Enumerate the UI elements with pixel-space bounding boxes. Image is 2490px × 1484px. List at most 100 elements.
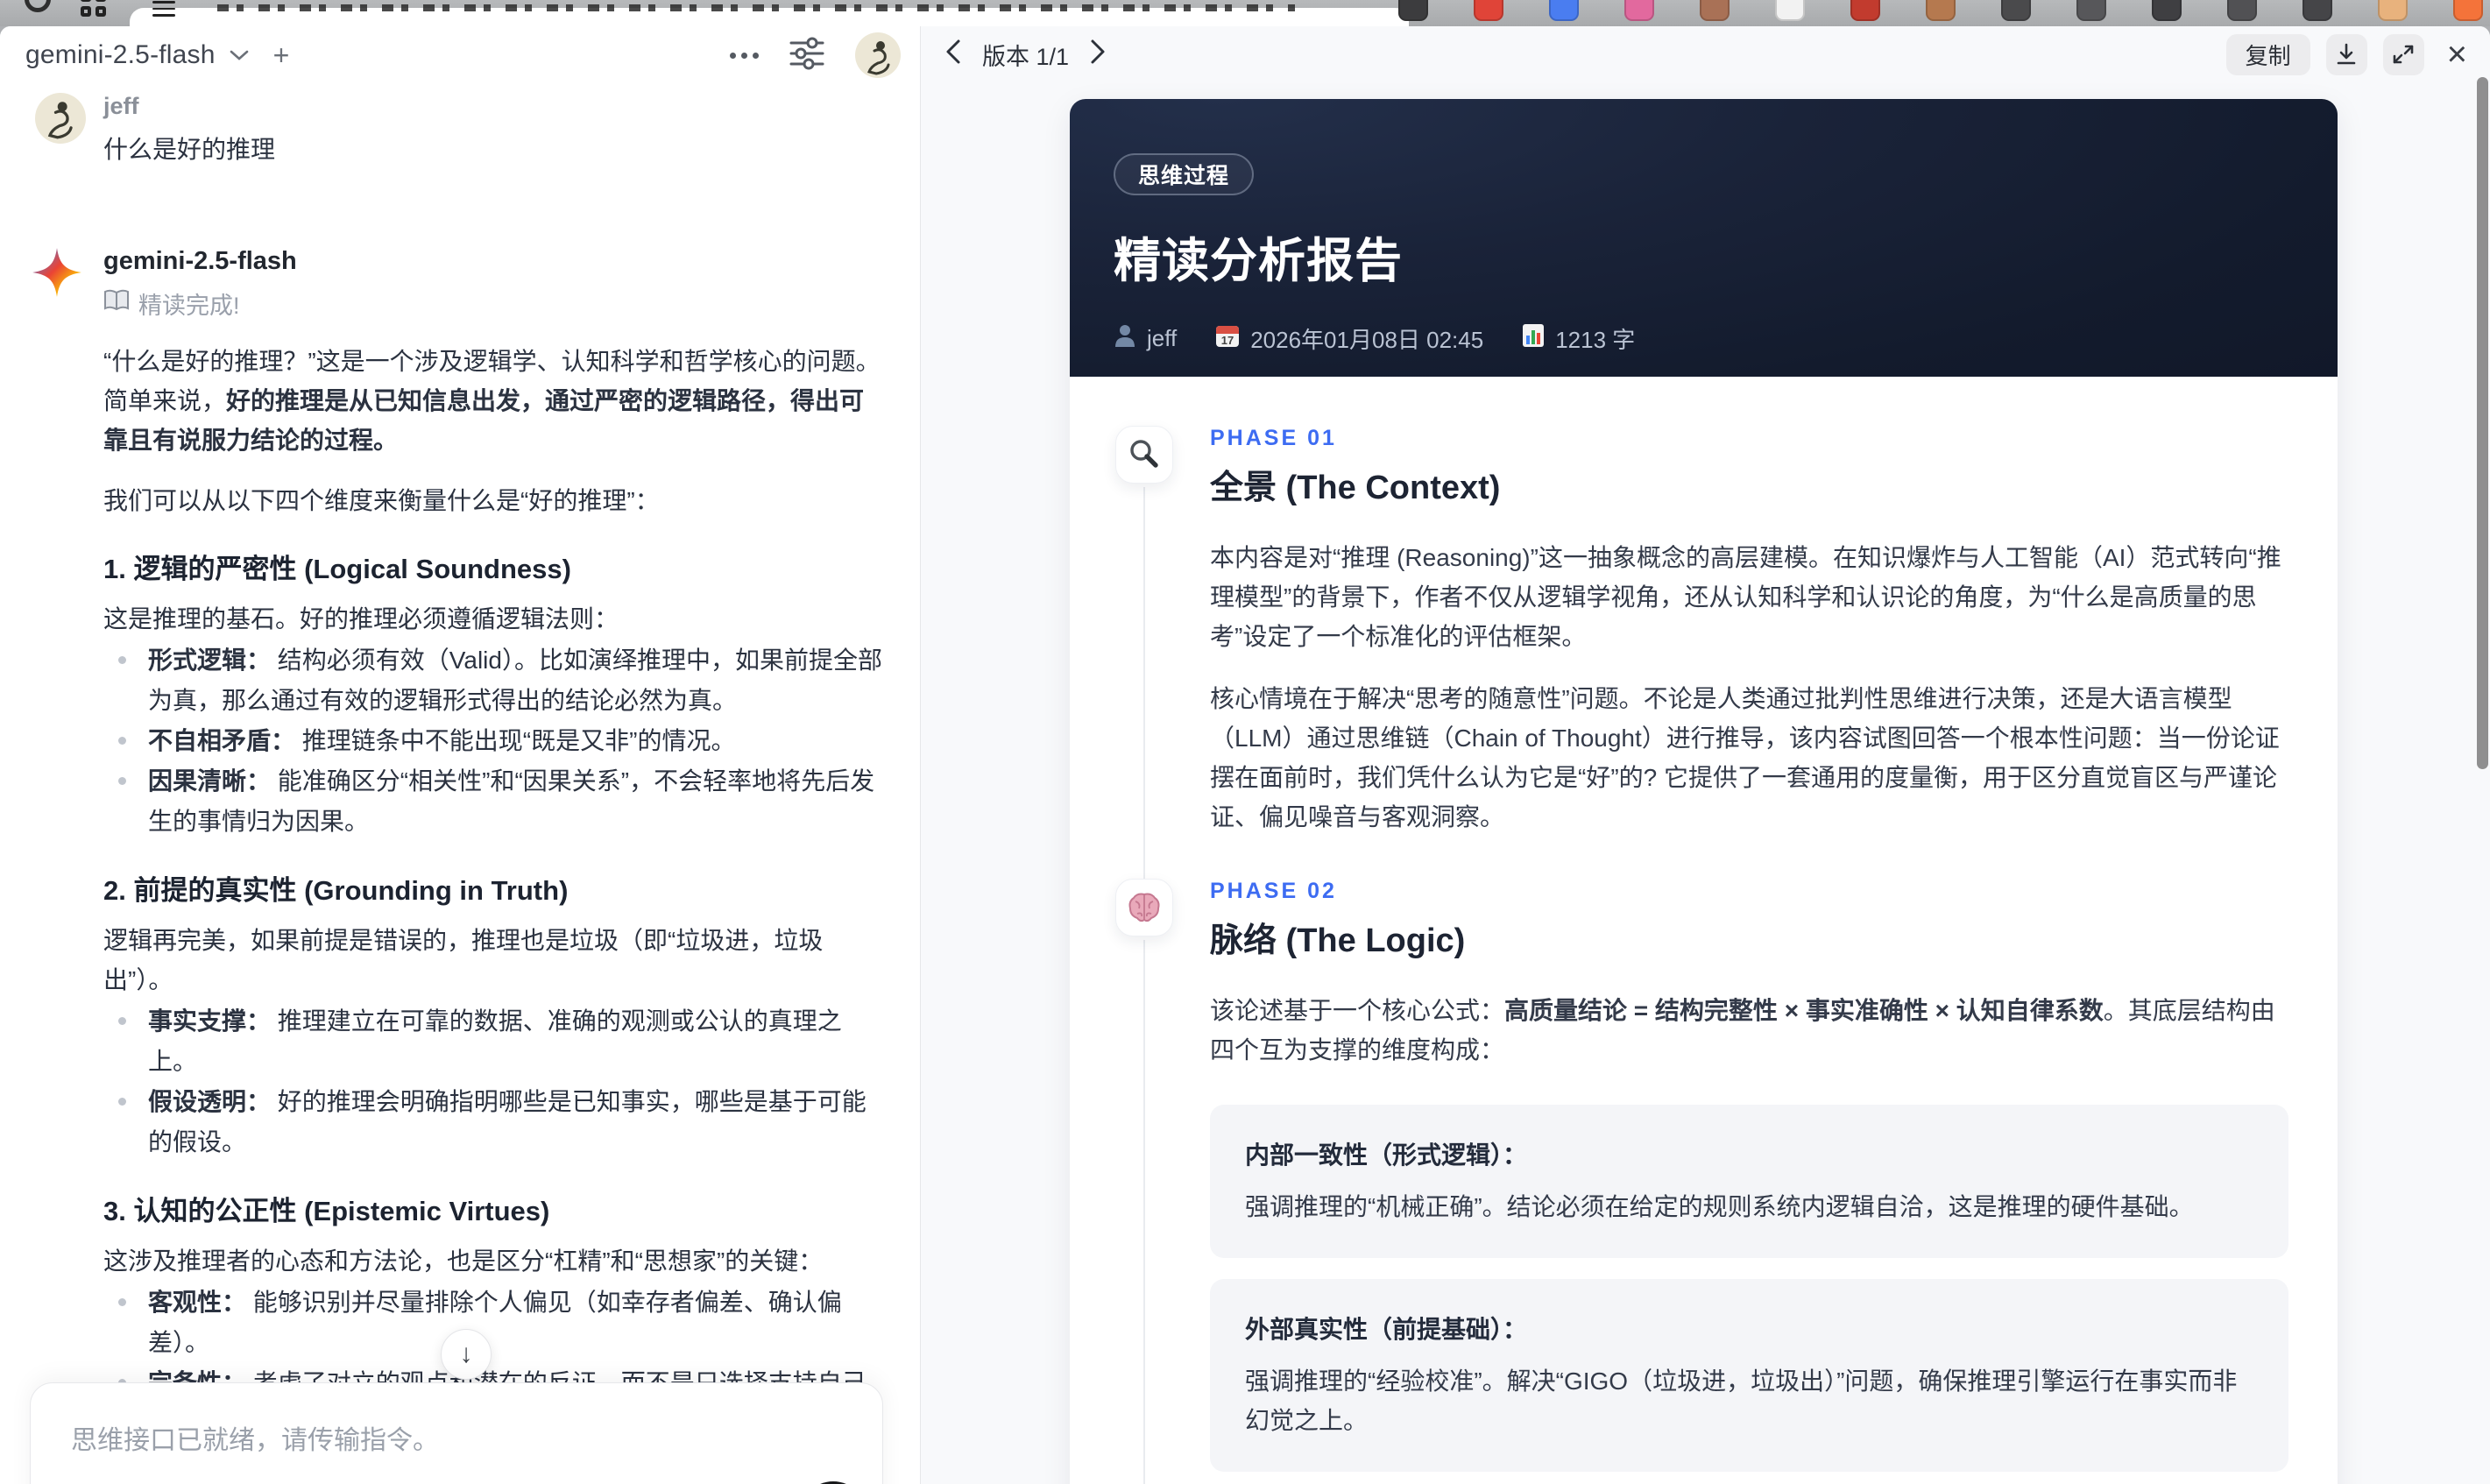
extension-icon-gray-b[interactable]: [2076, 0, 2106, 21]
logic-card-1: 内部一致性（形式逻辑）： 强调推理的“机械正确”。结论必须在给定的规则系统内逻辑…: [1210, 1105, 2288, 1258]
phase-label: PHASE 02: [1210, 879, 1337, 903]
extension-icon-panda[interactable]: [1775, 0, 1805, 21]
artifact-panel: 版本 1/1 复制 × 思维过程 精读分析报告 jeff 17 2026年01月…: [920, 26, 2490, 1484]
magnifier-icon: [1115, 426, 1173, 484]
browser-toolbar: [0, 0, 2490, 26]
profile-avatar-icon[interactable]: [2378, 0, 2408, 21]
assistant-message: gemini-2.5-flash 精读完成! “什么是好的推理？”这是一个涉及逻…: [32, 247, 883, 1484]
report-title: 精读分析报告: [1114, 235, 1403, 287]
extension-icon-grid[interactable]: [2303, 0, 2332, 21]
scrollbar-thumb[interactable]: [2477, 77, 2488, 769]
card-body: 强调推理的“机械正确”。结论必须在给定的规则系统内逻辑自洽，这是推理的硬件基础。: [1245, 1193, 2194, 1220]
meta-word-count: 1213 字: [1522, 322, 1635, 355]
paragraph: 我们可以从以下四个维度来衡量什么是“好的推理”：: [103, 487, 660, 514]
phase-section-1: PHASE 01 全景 (The Context) 本内容是对“推理 (Reas…: [1070, 377, 2338, 886]
bullet-item: 形式逻辑： 结构必须有效（Valid）。比如演绎推理中，如果前提全部为真，那么通…: [103, 640, 883, 721]
gemini-star-icon: [32, 247, 82, 298]
section-intro: 这是推理的基石。好的推理必须遵循逻辑法则：: [103, 605, 619, 632]
copy-button[interactable]: 复制: [2225, 33, 2310, 75]
extension-icon-dark-badge[interactable]: [1398, 0, 1428, 21]
artifact-actions: 复制 ×: [2225, 33, 2467, 75]
download-icon[interactable]: [2325, 33, 2367, 75]
assistant-status: 精读完成!: [103, 286, 881, 321]
assistant-markdown: “什么是好的推理？”这是一个涉及逻辑学、认知科学和哲学核心的问题。简单来说，好的…: [103, 342, 883, 1484]
section-heading-1: 1. 逻辑的严密性 (Logical Soundness): [103, 554, 571, 584]
extension-icon-brown[interactable]: [1700, 0, 1730, 21]
user-name: jeff: [103, 93, 139, 119]
user-avatar[interactable]: [855, 32, 901, 78]
menu-icon: [152, 1, 175, 18]
chat-input-placeholder: 思维接口已就绪，请传输指令。: [71, 1426, 439, 1455]
assistant-model-name: gemini-2.5-flash: [103, 247, 297, 275]
brain-icon: [1115, 879, 1173, 936]
section-heading-3: 3. 认知的公正性 (Epistemic Virtues): [103, 1196, 550, 1226]
calendar-icon: 17: [1215, 323, 1240, 354]
hero-badge: 思维过程: [1114, 153, 1255, 195]
bullet-item: 因果清晰： 能准确区分“相关性”和“因果关系”，不会轻率地将先后发生的事情归为因…: [103, 761, 883, 842]
chevron-left-icon[interactable]: [944, 39, 963, 71]
chat-header: gemini-2.5-flash +: [0, 26, 920, 84]
new-chat-button[interactable]: +: [273, 39, 290, 72]
book-icon: [103, 289, 130, 318]
report-meta: jeff 17 2026年01月08日 02:45 1213 字: [1114, 322, 2294, 355]
settings-sliders-icon[interactable]: [789, 36, 825, 75]
chat-input[interactable]: 思维接口已就绪，请传输指令。 +: [30, 1382, 883, 1484]
svg-text:17: 17: [1221, 334, 1234, 347]
extension-icon-photo[interactable]: [1850, 0, 1880, 21]
phase-label: PHASE 01: [1210, 426, 1337, 450]
person-icon: [1114, 323, 1136, 354]
reload-icon[interactable]: [25, 0, 51, 12]
section-intro: 逻辑再完美，如果前提是错误的，推理也是垃圾（即“垃圾进，垃圾出”）。: [103, 927, 824, 993]
extension-icon-blue[interactable]: [1549, 0, 1579, 21]
version-label: 版本 1/1: [982, 43, 1070, 70]
version-navigator: 版本 1/1: [944, 38, 1107, 72]
chevron-right-icon[interactable]: [1088, 39, 1107, 71]
phase-section-2: PHASE 02 脉络 (The Logic) 该论述基于一个核心公式：高质量结…: [1070, 837, 2338, 1484]
scroll-to-bottom-button[interactable]: ↓: [441, 1329, 492, 1380]
phase-paragraph: 本内容是对“推理 (Reasoning)”这一抽象概念的高层建模。在知识爆炸与人…: [1210, 544, 2281, 650]
bullet-list: 形式逻辑： 结构必须有效（Valid）。比如演绎推理中，如果前提全部为真，那么通…: [103, 640, 883, 842]
expand-fullscreen-icon[interactable]: [2382, 33, 2424, 75]
browser-orange-icon[interactable]: [2453, 0, 2483, 21]
extension-icon-pen[interactable]: [2152, 0, 2182, 21]
logic-card-2: 外部真实性（前提基础）： 强调推理的“经验校准”。解决“GIGO（垃圾进，垃圾出…: [1210, 1279, 2288, 1472]
extension-icons: [1398, 0, 2483, 26]
report-card: 思维过程 精读分析报告 jeff 17 2026年01月08日 02:45 12…: [1070, 99, 2338, 1484]
bullet-item: 假设透明： 好的推理会明确指明哪些是已知事实，哪些是基于可能的假设。: [103, 1082, 883, 1162]
section-heading-2: 2. 前提的真实性 (Grounding in Truth): [103, 875, 569, 906]
apps-grid-icon[interactable]: [81, 0, 110, 17]
user-message-text: 什么是好的推理: [103, 136, 276, 163]
phase-title: 全景 (The Context): [1210, 470, 1501, 506]
chat-panel: gemini-2.5-flash + jeff 什么是好的推理 gemini-2…: [0, 26, 920, 1484]
bullet-item: 不自相矛盾： 推理链条中不能出现“既是又非”的情况。: [103, 721, 883, 761]
paragraph: “什么是好的推理？”这是一个涉及逻辑学、认知科学和哲学核心的问题。简单来说，好的…: [103, 348, 881, 454]
more-options-icon[interactable]: [730, 52, 759, 59]
close-icon[interactable]: ×: [2447, 37, 2467, 72]
extension-icon-tan[interactable]: [1926, 0, 1956, 21]
bar-chart-icon: [1522, 323, 1545, 354]
artifact-header: 版本 1/1 复制 ×: [921, 26, 2490, 82]
extension-icon-gray-a[interactable]: [2001, 0, 2031, 21]
chat-messages: jeff 什么是好的推理 gemini-2.5-flash 精读完成! “什么是…: [0, 84, 920, 1484]
extension-icon-pink[interactable]: [1624, 0, 1654, 21]
meta-author: jeff: [1114, 323, 1177, 354]
section-intro: 这涉及推理者的心态和方法论，也是区分“杠精”和“思想家”的关键：: [103, 1247, 824, 1275]
model-selector-label: gemini-2.5-flash: [25, 40, 216, 69]
tab-title-clipped: [217, 4, 1295, 11]
user-avatar: [35, 93, 86, 144]
browser-tab[interactable]: [130, 1, 1409, 26]
phase-title: 脉络 (The Logic): [1210, 922, 1466, 959]
extension-icon-red[interactable]: [1474, 0, 1503, 21]
card-body: 强调推理的“经验校准”。解决“GIGO（垃圾进，垃圾出）”问题，确保推理引擎运行…: [1245, 1367, 2238, 1434]
phase-paragraph: 核心情境在于解决“思考的随意性”问题。不论是人类通过批判性思维进行决策，还是大语…: [1210, 685, 2280, 830]
assistant-status-text: 精读完成!: [138, 293, 240, 319]
report-hero: 思维过程 精读分析报告 jeff 17 2026年01月08日 02:45 12…: [1070, 99, 2338, 377]
logic-dimension-cards: 内部一致性（形式逻辑）： 强调推理的“机械正确”。结论必须在给定的规则系统内逻辑…: [1210, 1105, 2288, 1484]
app-window: gemini-2.5-flash + jeff 什么是好的推理 gemini-2…: [0, 26, 2490, 1484]
card-heading: 内部一致性（形式逻辑）：: [1245, 1141, 1528, 1169]
extension-icon-phone[interactable]: [2227, 0, 2257, 21]
meta-date: 17 2026年01月08日 02:45: [1215, 322, 1483, 355]
model-selector[interactable]: gemini-2.5-flash: [25, 40, 251, 70]
chevron-down-icon: [228, 47, 251, 63]
bullet-list: 事实支撑： 推理建立在可靠的数据、准确的观测或公认的真理之上。 假设透明： 好的…: [103, 1001, 883, 1162]
